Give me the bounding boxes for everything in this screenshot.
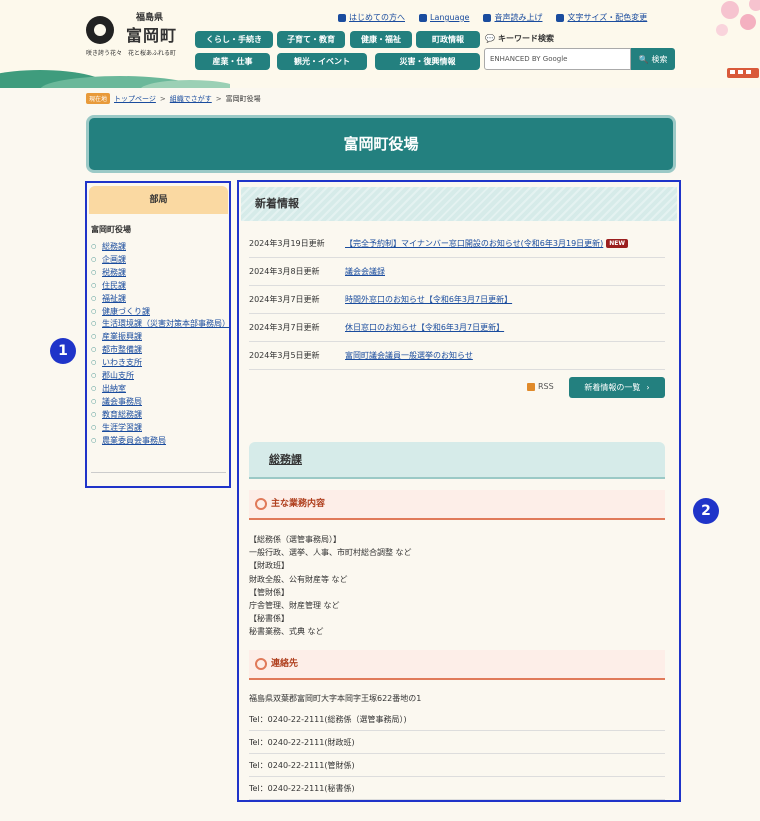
sidebar-subheading: 富岡町役場 <box>91 225 131 234</box>
speaker-icon <box>483 13 492 22</box>
news-row: 2024年3月7日更新 休日窓口のお知らせ【令和6年3月7日更新】 <box>249 314 665 342</box>
main-content: 新着情報 2024年3月19日更新 【完全予約制】マイナンバー窓口開設のお知らせ… <box>237 180 681 802</box>
list-item[interactable]: 農業委員会事務局 <box>91 435 226 448</box>
news-date: 2024年3月7日更新 <box>249 295 320 304</box>
rss-icon <box>527 382 535 391</box>
breadcrumb-separator: > <box>159 94 166 103</box>
news-date: 2024年3月19日更新 <box>249 239 325 248</box>
duties-text: 【総務係（選管事務局）】 一般行政、選挙、人事、市町村総合調整 など 【財政班】… <box>249 535 412 637</box>
info-icon <box>338 13 346 22</box>
new-badge: NEW <box>606 239 629 248</box>
tel-row: Tel：0240-22-2111(管財係) <box>249 754 665 777</box>
tel-row: Tel：0240-22-2111(秘書係) <box>249 777 665 800</box>
breadcrumb-separator: > <box>215 94 222 103</box>
nav-childcare[interactable]: 子育て・教育 <box>277 31 345 48</box>
annotation-marker-1: 1 <box>50 338 76 364</box>
department-heading: 総務課 <box>249 442 665 479</box>
train-illustration <box>727 68 759 78</box>
nav-health[interactable]: 健康・福祉 <box>350 31 412 48</box>
list-item[interactable]: 総務課 <box>91 241 226 254</box>
contact-heading: 連絡先 <box>249 650 665 680</box>
list-item[interactable]: 都市整備課 <box>91 344 226 357</box>
list-item[interactable]: 健康づくり課 <box>91 306 226 319</box>
town-catchphrase: 咲き誇う花々 花と桜あふれる町 <box>86 50 177 57</box>
keyword-search-label: 💬 キーワード検索 <box>485 34 554 43</box>
annotation-marker-2: 2 <box>693 498 719 524</box>
first-visit-link[interactable]: はじめての方へ <box>338 12 405 23</box>
department-list: 総務課 企画課 税務課 住民課 福祉課 健康づくり課 生活環境課（災害対策本部事… <box>91 241 230 448</box>
duties-heading: 主な業務内容 <box>249 490 665 520</box>
address: 福島県双葉郡富岡町大字本岡字王塚622番地の1 <box>249 694 422 703</box>
speech-bubble-icon: 💬 <box>485 34 495 43</box>
news-row: 2024年3月7日更新 時間外窓口のお知らせ【令和6年3月7日更新】 <box>249 286 665 314</box>
list-item[interactable]: 生活環境課（災害対策本部事務局） <box>91 318 230 331</box>
news-list-button[interactable]: 新着情報の一覧 › <box>569 377 665 398</box>
tel-list: Tel：0240-22-2111(総務係（選管事務局）) Tel：0240-22… <box>249 708 665 800</box>
news-link[interactable]: 富岡町議会議員一般選挙のお知らせ <box>345 350 473 361</box>
list-item[interactable]: いわき支所 <box>91 357 226 370</box>
list-item[interactable]: 郡山支所 <box>91 370 226 383</box>
breadcrumb-organization[interactable]: 組織でさがす <box>170 94 212 104</box>
section-icon <box>255 498 267 510</box>
utility-links: はじめての方へ Language 音声読み上げ 文字サイズ・配色変更 <box>338 12 647 23</box>
list-item[interactable]: 住民課 <box>91 280 226 293</box>
chevron-right-icon: › <box>646 383 650 392</box>
list-item[interactable]: 産業振興課 <box>91 331 226 344</box>
nav-disaster[interactable]: 災害・復興情報 <box>375 53 480 70</box>
list-item[interactable]: 出納室 <box>91 383 226 396</box>
list-item[interactable]: 議会事務局 <box>91 396 226 409</box>
news-link[interactable]: 議会会議録 <box>345 266 385 277</box>
news-link[interactable]: 時間外窓口のお知らせ【令和6年3月7日更新】 <box>345 294 512 305</box>
news-heading: 新着情報 <box>241 187 677 221</box>
nav-tourism[interactable]: 観光・イベント <box>277 53 367 70</box>
list-item[interactable]: 生涯学習課 <box>91 422 226 435</box>
town-name: 富岡町 <box>126 26 178 45</box>
text-size-icon <box>556 13 565 22</box>
news-date: 2024年3月8日更新 <box>249 267 320 276</box>
section-icon <box>255 658 267 670</box>
search-input[interactable]: ENHANCED BY Google <box>484 48 631 70</box>
nav-living[interactable]: くらし・手続き <box>195 31 273 48</box>
language-link[interactable]: Language <box>419 12 469 23</box>
sidebar: 部局 富岡町役場 総務課 企画課 税務課 住民課 福祉課 健康づくり課 生活環境… <box>85 181 231 488</box>
globe-icon <box>419 13 427 22</box>
news-list: 2024年3月19日更新 【完全予約制】マイナンバー窓口開設のお知らせ(令和6年… <box>249 230 665 370</box>
town-emblem-icon <box>86 16 114 44</box>
news-date: 2024年3月5日更新 <box>249 351 320 360</box>
tel-row: Tel：0240-22-2111(総務係（選管事務局）) <box>249 708 665 731</box>
search-icon: 🔍 <box>638 54 649 64</box>
breadcrumb-current: 富岡町役場 <box>225 94 261 103</box>
text-size-link[interactable]: 文字サイズ・配色変更 <box>556 12 647 23</box>
cherry-blossom-illustration <box>716 0 760 36</box>
site-logo[interactable]: 福島県 富岡町 咲き誇う花々 花と桜あふれる町 <box>86 10 196 60</box>
search-button[interactable]: 🔍 検索 <box>631 48 675 70</box>
page-title: 富岡町役場 <box>86 115 676 173</box>
here-tag: 現在地 <box>86 93 111 104</box>
news-link[interactable]: 休日窓口のお知らせ【令和6年3月7日更新】 <box>345 322 504 333</box>
list-item[interactable]: 税務課 <box>91 267 226 280</box>
list-item[interactable]: 企画課 <box>91 254 226 267</box>
news-row: 2024年3月8日更新 議会会議録 <box>249 258 665 286</box>
breadcrumb-top[interactable]: トップページ <box>114 94 156 104</box>
list-item[interactable]: 福祉課 <box>91 293 226 306</box>
breadcrumb: 現在地 トップページ > 組織でさがす > 富岡町役場 <box>86 93 261 104</box>
news-row: 2024年3月5日更新 富岡町議会議員一般選挙のお知らせ <box>249 342 665 370</box>
site-header: 福島県 富岡町 咲き誇う花々 花と桜あふれる町 はじめての方へ Language… <box>0 0 760 88</box>
news-row: 2024年3月19日更新 【完全予約制】マイナンバー窓口開設のお知らせ(令和6年… <box>249 230 665 258</box>
news-date: 2024年3月7日更新 <box>249 323 320 332</box>
tel-row: Tel：0240-22-2111(財政班) <box>249 731 665 754</box>
read-aloud-link[interactable]: 音声読み上げ <box>483 12 542 23</box>
sidebar-heading: 部局 <box>89 186 228 214</box>
list-item[interactable]: 教育総務課 <box>91 409 226 422</box>
divider <box>91 472 226 473</box>
news-link[interactable]: 【完全予約制】マイナンバー窓口開設のお知らせ(令和6年3月19日更新) <box>345 238 603 249</box>
rss-link[interactable]: RSS <box>527 382 554 391</box>
nav-administration[interactable]: 町政情報 <box>416 31 480 48</box>
nav-industry[interactable]: 産業・仕事 <box>195 53 270 70</box>
